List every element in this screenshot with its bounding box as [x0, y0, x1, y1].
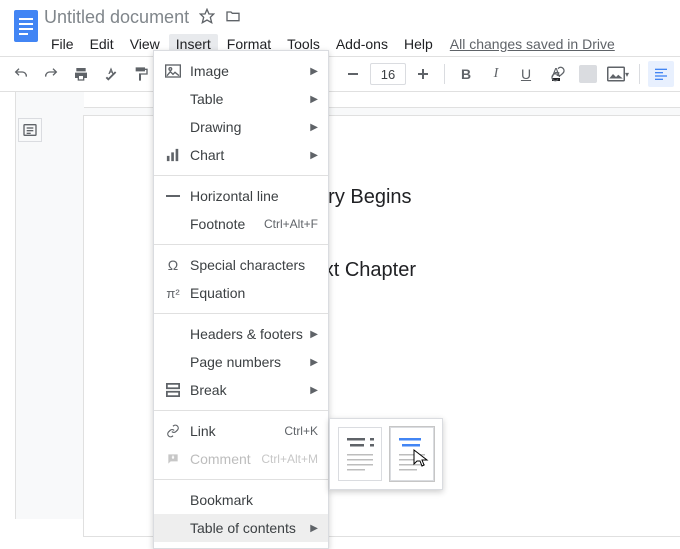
menu-help[interactable]: Help — [397, 34, 440, 54]
title-area: Untitled document File Edit View Insert … — [44, 6, 672, 56]
toc-option-plain[interactable] — [338, 427, 382, 481]
insert-menu-dropdown: Image ▶ Table ▶ Drawing ▶ Chart ▶ Horizo… — [153, 50, 329, 549]
chevron-right-icon: ▶ — [310, 150, 318, 161]
insert-footnote[interactable]: Footnote Ctrl+Alt+F — [154, 210, 328, 238]
menu-addons[interactable]: Add-ons — [329, 34, 395, 54]
chevron-right-icon: ▶ — [310, 329, 318, 340]
insert-chart[interactable]: Chart ▶ — [154, 141, 328, 169]
chart-icon — [162, 148, 184, 162]
omega-icon: Ω — [162, 257, 184, 273]
vertical-ruler — [0, 92, 16, 519]
fontsize-minus-button[interactable] — [340, 61, 366, 87]
insert-link[interactable]: Link Ctrl+K — [154, 417, 328, 445]
spellcheck-button[interactable] — [98, 61, 124, 87]
docs-logo-icon[interactable] — [8, 6, 44, 54]
comment-icon — [162, 452, 184, 466]
align-button[interactable] — [648, 61, 674, 87]
fontsize-plus-button[interactable] — [410, 61, 436, 87]
font-size-input[interactable]: 16 — [370, 63, 406, 85]
separator — [444, 64, 445, 84]
toc-submenu — [329, 418, 443, 490]
star-icon[interactable] — [199, 8, 215, 27]
insert-special-characters[interactable]: Ω Special characters — [154, 251, 328, 279]
menubar: File Edit View Insert Format Tools Add-o… — [44, 32, 672, 56]
insert-break[interactable]: Break ▶ — [154, 376, 328, 404]
outline-toggle-button[interactable] — [18, 118, 42, 142]
menu-file[interactable]: File — [44, 34, 81, 54]
bold-button[interactable]: B — [453, 61, 479, 87]
break-icon — [162, 383, 184, 397]
undo-button[interactable] — [8, 61, 34, 87]
link-icon — [162, 424, 184, 438]
insert-headers-footers[interactable]: Headers & footers ▶ — [154, 320, 328, 348]
underline-button[interactable]: U — [513, 61, 539, 87]
toc-option-links[interactable] — [390, 427, 434, 481]
insert-horizontal-line[interactable]: Horizontal line — [154, 182, 328, 210]
chevron-right-icon: ▶ — [310, 66, 318, 77]
chevron-right-icon: ▶ — [310, 122, 318, 133]
hr-icon — [162, 194, 184, 198]
insert-image[interactable]: Image ▶ — [154, 57, 328, 85]
chevron-right-icon: ▶ — [310, 357, 318, 368]
paint-format-button[interactable] — [128, 61, 154, 87]
insert-comment-button[interactable] — [575, 61, 601, 87]
image-icon — [162, 64, 184, 78]
redo-button[interactable] — [38, 61, 64, 87]
menu-separator — [154, 175, 328, 176]
insert-comment: Comment Ctrl+Alt+M — [154, 445, 328, 473]
toolbar: 16 B I U A ▾ — [0, 56, 680, 92]
menu-edit[interactable]: Edit — [83, 34, 121, 54]
menu-separator — [154, 479, 328, 480]
insert-page-numbers[interactable]: Page numbers ▶ — [154, 348, 328, 376]
insert-table[interactable]: Table ▶ — [154, 85, 328, 113]
chevron-right-icon: ▶ — [310, 523, 318, 534]
separator — [639, 64, 640, 84]
pi-icon: π² — [162, 286, 184, 301]
insert-equation[interactable]: π² Equation — [154, 279, 328, 307]
menu-separator — [154, 244, 328, 245]
insert-image-button[interactable]: ▾ — [605, 61, 631, 87]
save-status[interactable]: All changes saved in Drive — [450, 36, 615, 52]
insert-bookmark[interactable]: Bookmark — [154, 486, 328, 514]
insert-table-of-contents[interactable]: Table of contents ▶ — [154, 514, 328, 542]
menu-separator — [154, 313, 328, 314]
insert-drawing[interactable]: Drawing ▶ — [154, 113, 328, 141]
italic-button[interactable]: I — [483, 61, 509, 87]
chevron-right-icon: ▶ — [310, 94, 318, 105]
header: Untitled document File Edit View Insert … — [0, 0, 680, 56]
document-title[interactable]: Untitled document — [44, 7, 189, 28]
print-button[interactable] — [68, 61, 94, 87]
chevron-right-icon: ▶ — [310, 385, 318, 396]
menu-separator — [154, 410, 328, 411]
move-icon[interactable] — [225, 8, 241, 27]
insert-link-button[interactable] — [545, 61, 571, 87]
